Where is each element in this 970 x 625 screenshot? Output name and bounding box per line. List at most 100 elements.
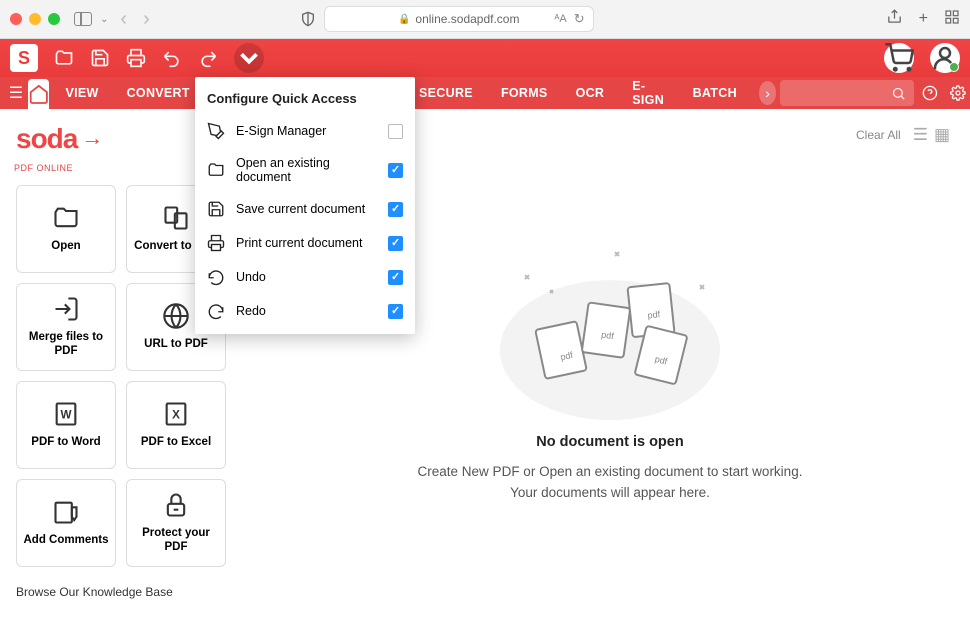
browser-toolbar: ⌄ ‹ › 🔒 online.sodapdf.com ᴬA ↻ +: [0, 0, 970, 39]
checkbox[interactable]: [388, 270, 403, 285]
quick-access-config-title: Configure Quick Access: [195, 81, 415, 114]
checkbox[interactable]: [388, 124, 403, 139]
qa-option-undo[interactable]: Undo: [195, 260, 415, 294]
help-icon[interactable]: [922, 82, 938, 104]
tab-esign[interactable]: E-SIGN: [620, 77, 676, 109]
checkbox[interactable]: [388, 236, 403, 251]
clear-all-button[interactable]: Clear All: [856, 128, 901, 142]
qa-option-pen[interactable]: E-Sign Manager: [195, 114, 415, 148]
app-logo-icon[interactable]: S: [10, 44, 38, 72]
grid-view-icon[interactable]: ▦: [934, 125, 950, 145]
action-card-lock[interactable]: Protect your PDF: [126, 479, 226, 567]
comment-icon: [52, 498, 80, 526]
qa-option-print[interactable]: Print current document: [195, 226, 415, 260]
folder-icon: [207, 161, 225, 179]
empty-state-line2: Your documents will appear here.: [400, 483, 820, 504]
home-tab[interactable]: [28, 79, 50, 109]
tab-secure[interactable]: SECURE: [407, 77, 485, 109]
pen-icon: [207, 122, 225, 140]
svg-text:W: W: [60, 409, 71, 422]
sidebar-toggle-icon[interactable]: [74, 12, 92, 26]
action-card-merge[interactable]: Merge files to PDF: [16, 283, 116, 371]
list-view-icon[interactable]: ☰: [913, 125, 928, 145]
print-icon: [207, 234, 225, 252]
card-label: Add Comments: [24, 534, 109, 548]
tab-overview-icon[interactable]: [944, 9, 960, 30]
empty-state-line1: Create New PDF or Open an existing docum…: [400, 462, 820, 483]
redo-icon[interactable]: [198, 48, 218, 68]
card-label: PDF to Excel: [141, 436, 211, 450]
card-label: Protect your PDF: [133, 527, 219, 555]
url-text: online.sodapdf.com: [415, 12, 519, 26]
address-bar[interactable]: 🔒 online.sodapdf.com ᴬA ↻: [324, 6, 594, 32]
brand-name: soda: [16, 123, 77, 155]
word-icon: W: [52, 400, 80, 428]
minimize-window-icon[interactable]: [29, 13, 41, 25]
nav-back-icon[interactable]: ‹: [116, 8, 131, 31]
lock-icon: [162, 491, 190, 519]
tab-forms[interactable]: FORMS: [489, 77, 560, 109]
tab-ocr[interactable]: OCR: [564, 77, 617, 109]
search-input[interactable]: [780, 80, 914, 106]
card-label: Open: [51, 240, 80, 254]
folder-icon: [52, 204, 80, 232]
convert-icon: [162, 204, 190, 232]
tab-batch[interactable]: BATCH: [681, 77, 749, 109]
account-button[interactable]: [930, 43, 960, 73]
cart-button[interactable]: [884, 43, 914, 73]
tab-convert[interactable]: CONVERT: [115, 77, 202, 109]
qa-option-label: Save current document: [236, 202, 377, 216]
globe-icon: [162, 302, 190, 330]
save-file-icon[interactable]: [90, 48, 110, 68]
empty-state-title: No document is open: [400, 434, 820, 450]
tabs-scroll-right-icon[interactable]: ›: [759, 81, 776, 105]
qa-option-label: Print current document: [236, 236, 377, 250]
empty-state-illustration: pdf pdf pdf pdf: [480, 230, 740, 420]
reload-icon[interactable]: ↻: [574, 11, 585, 27]
action-card-word[interactable]: W PDF to Word: [16, 381, 116, 469]
quick-access-toolbar: S: [0, 39, 970, 77]
share-icon[interactable]: [886, 8, 903, 30]
qa-option-save[interactable]: Save current document: [195, 192, 415, 226]
nav-forward-icon[interactable]: ›: [139, 8, 154, 31]
action-card-excel[interactable]: X PDF to Excel: [126, 381, 226, 469]
card-label: URL to PDF: [144, 338, 208, 352]
checkbox[interactable]: [388, 202, 403, 217]
action-card-folder[interactable]: Open: [16, 185, 116, 273]
empty-state: pdf pdf pdf pdf No document is open Crea…: [400, 230, 820, 504]
knowledge-base-link[interactable]: Browse Our Knowledge Base: [16, 585, 234, 599]
dropdown-arrow-icon[interactable]: ⌄: [100, 14, 108, 25]
open-file-icon[interactable]: [54, 48, 74, 68]
settings-icon[interactable]: [950, 82, 966, 104]
action-card-comment[interactable]: Add Comments: [16, 479, 116, 567]
card-label: Merge files to PDF: [23, 331, 109, 359]
undo-icon[interactable]: [162, 48, 182, 68]
lock-icon: 🔒: [398, 14, 410, 25]
qa-option-label: E-Sign Manager: [236, 124, 377, 138]
close-window-icon[interactable]: [10, 13, 22, 25]
quick-access-dropdown[interactable]: [234, 43, 264, 73]
svg-text:pdf: pdf: [601, 330, 615, 342]
ribbon-tabs: ☰ VIEW CONVERT ED SECURE FORMS OCR E-SIG…: [0, 77, 970, 109]
merge-icon: [52, 295, 80, 323]
qa-option-folder[interactable]: Open an existing document: [195, 148, 415, 192]
privacy-shield-icon[interactable]: [300, 11, 316, 27]
svg-text:X: X: [172, 409, 180, 422]
new-tab-icon[interactable]: +: [919, 10, 928, 28]
redo-icon: [207, 302, 225, 320]
qa-option-label: Redo: [236, 304, 377, 318]
undo-icon: [207, 268, 225, 286]
qa-option-redo[interactable]: Redo: [195, 294, 415, 328]
tab-view[interactable]: VIEW: [53, 77, 110, 109]
window-controls: [10, 13, 60, 25]
hamburger-menu-icon[interactable]: ☰: [8, 82, 24, 104]
checkbox[interactable]: [388, 304, 403, 319]
maximize-window-icon[interactable]: [48, 13, 60, 25]
reader-mode-icon[interactable]: ᴬA: [554, 13, 566, 25]
excel-icon: X: [162, 400, 190, 428]
brand-arrow-icon: →: [81, 125, 103, 151]
print-icon[interactable]: [126, 48, 146, 68]
checkbox[interactable]: [388, 163, 403, 178]
card-label: PDF to Word: [31, 436, 100, 450]
svg-text:pdf: pdf: [647, 309, 661, 320]
